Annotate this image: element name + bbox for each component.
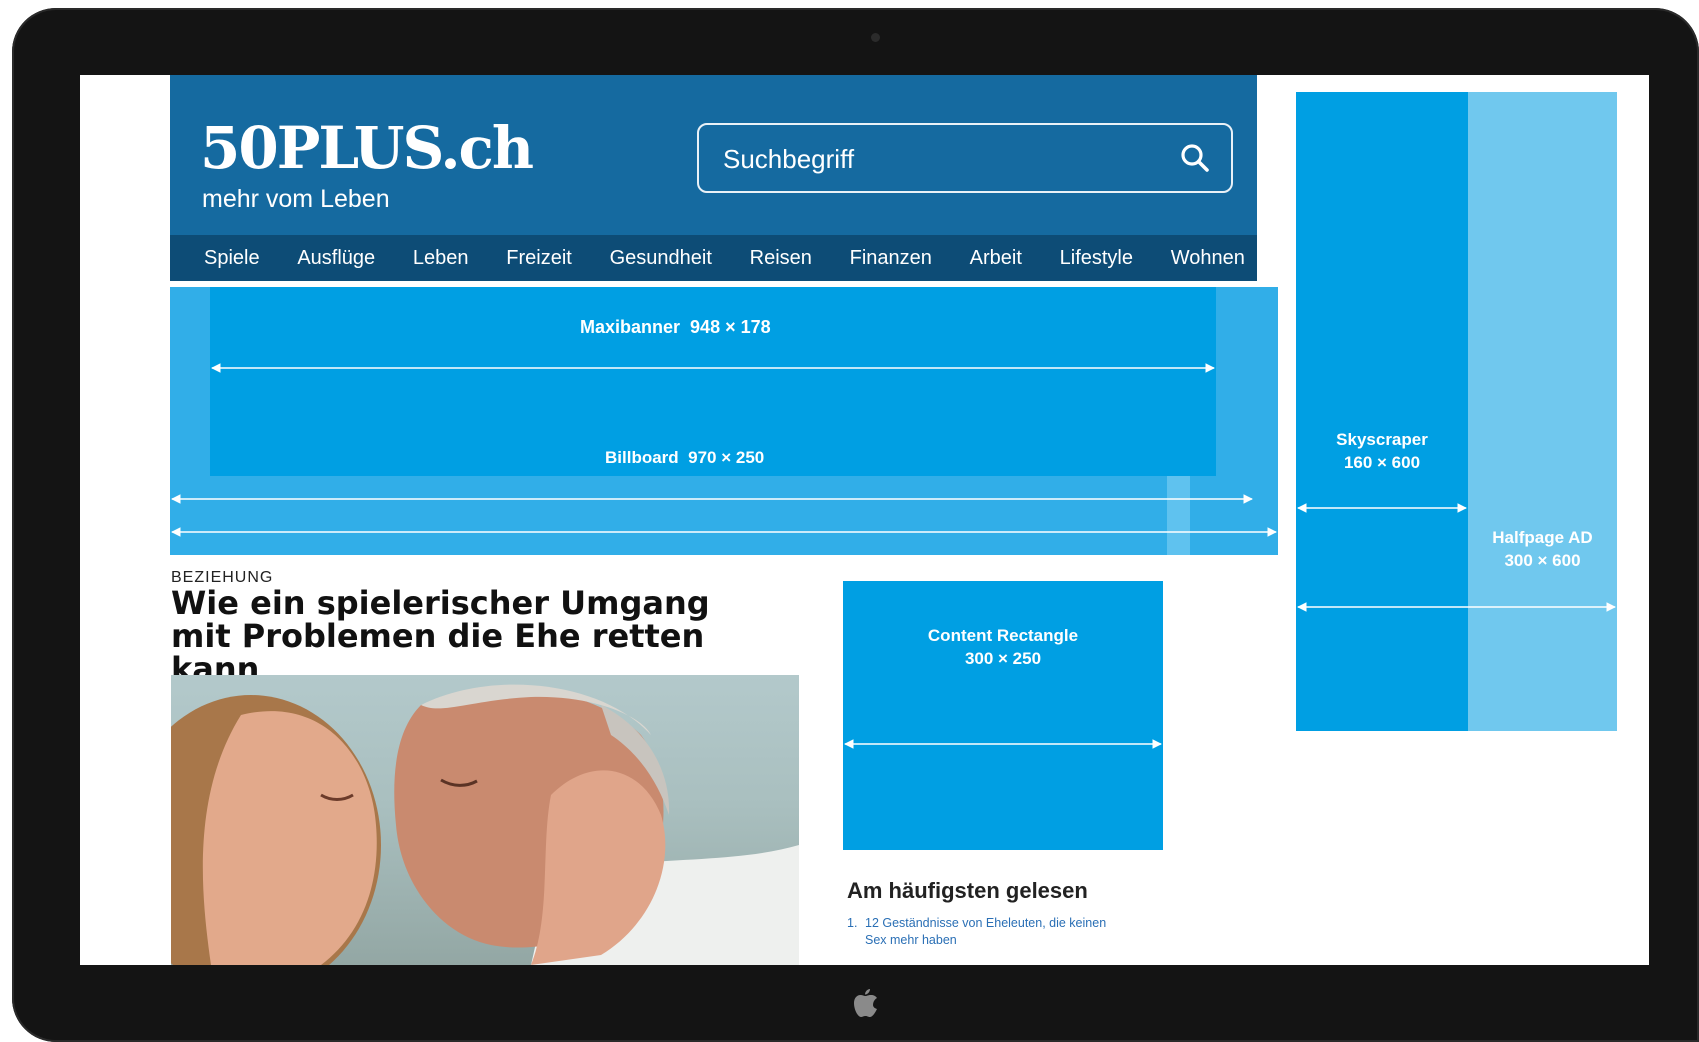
search-placeholder: Suchbegriff (723, 144, 855, 174)
maxibanner-label: Maxibanner 948 × 178 (580, 316, 771, 339)
screen: 50PLUS.ch mehr vom Leben Suchbegriff Spi… (80, 75, 1649, 965)
couple-photo-illustration (171, 684, 799, 965)
content-rectangle-size: 300 × 250 (964, 649, 1042, 668)
nav-item-lifestyle[interactable]: Lifestyle (1060, 247, 1133, 270)
halfpage-label: Halfpage AD 300 × 600 (1454, 526, 1631, 572)
nav-item-gesundheit[interactable]: Gesundheit (610, 247, 712, 270)
halfpage-ad-slot[interactable] (1468, 92, 1617, 731)
most-read-item-number: 1. (847, 916, 858, 930)
nav-item-finanzen[interactable]: Finanzen (850, 247, 932, 270)
most-read-title: Am häufigsten gelesen (847, 878, 1088, 903)
content-rectangle-ad-slot[interactable] (843, 581, 1163, 850)
article-headline[interactable]: Wie ein spielerischer Umgang mit Problem… (171, 587, 731, 686)
apple-logo-icon (854, 989, 877, 1017)
skyscraper-label: Skyscraper 160 × 600 (1296, 428, 1468, 474)
halfpage-name: Halfpage AD (1492, 528, 1593, 547)
skyscraper-name: Skyscraper (1336, 430, 1428, 449)
search-input[interactable]: Suchbegriff (697, 123, 1233, 193)
billboard-label: Billboard 970 × 250 (605, 446, 764, 469)
search-icon[interactable] (1179, 142, 1211, 174)
nav-item-ausfluege[interactable]: Ausflüge (297, 247, 375, 270)
skyscraper-size: 160 × 600 (1343, 453, 1421, 472)
billboard-size: 970 × 250 (688, 448, 765, 467)
skyscraper-ad-slot[interactable] (1296, 92, 1468, 731)
site-logo[interactable]: 50PLUS.ch (200, 119, 534, 177)
halfpage-size: 300 × 600 (1504, 551, 1581, 570)
site-header: 50PLUS.ch mehr vom Leben Suchbegriff (170, 75, 1257, 235)
billboard-name: Billboard (605, 448, 679, 467)
maxibanner-size: 948 × 178 (690, 317, 771, 337)
maxibanner-name: Maxibanner (580, 317, 681, 337)
nav-item-wohnen[interactable]: Wohnen (1171, 247, 1245, 270)
nav-item-reisen[interactable]: Reisen (750, 247, 812, 270)
nav-item-arbeit[interactable]: Arbeit (970, 247, 1022, 270)
nav-item-leben[interactable]: Leben (413, 247, 469, 270)
content-rectangle-label: Content Rectangle 300 × 250 (843, 624, 1163, 670)
camera-icon (871, 33, 880, 42)
most-read-item-text[interactable]: 12 Geständnisse von Eheleuten, die keine… (865, 915, 1107, 949)
site-tagline: mehr vom Leben (202, 185, 390, 213)
most-read-item[interactable]: 1. 12 Geständnisse von Eheleuten, die ke… (847, 915, 1107, 949)
nav-item-spiele[interactable]: Spiele (204, 247, 260, 270)
nav-item-freizeit[interactable]: Freizeit (506, 247, 572, 270)
content-rectangle-name: Content Rectangle (927, 626, 1079, 645)
main-nav: Spiele Ausflüge Leben Freizeit Gesundhei… (170, 235, 1257, 281)
article-photo[interactable] (171, 675, 799, 965)
